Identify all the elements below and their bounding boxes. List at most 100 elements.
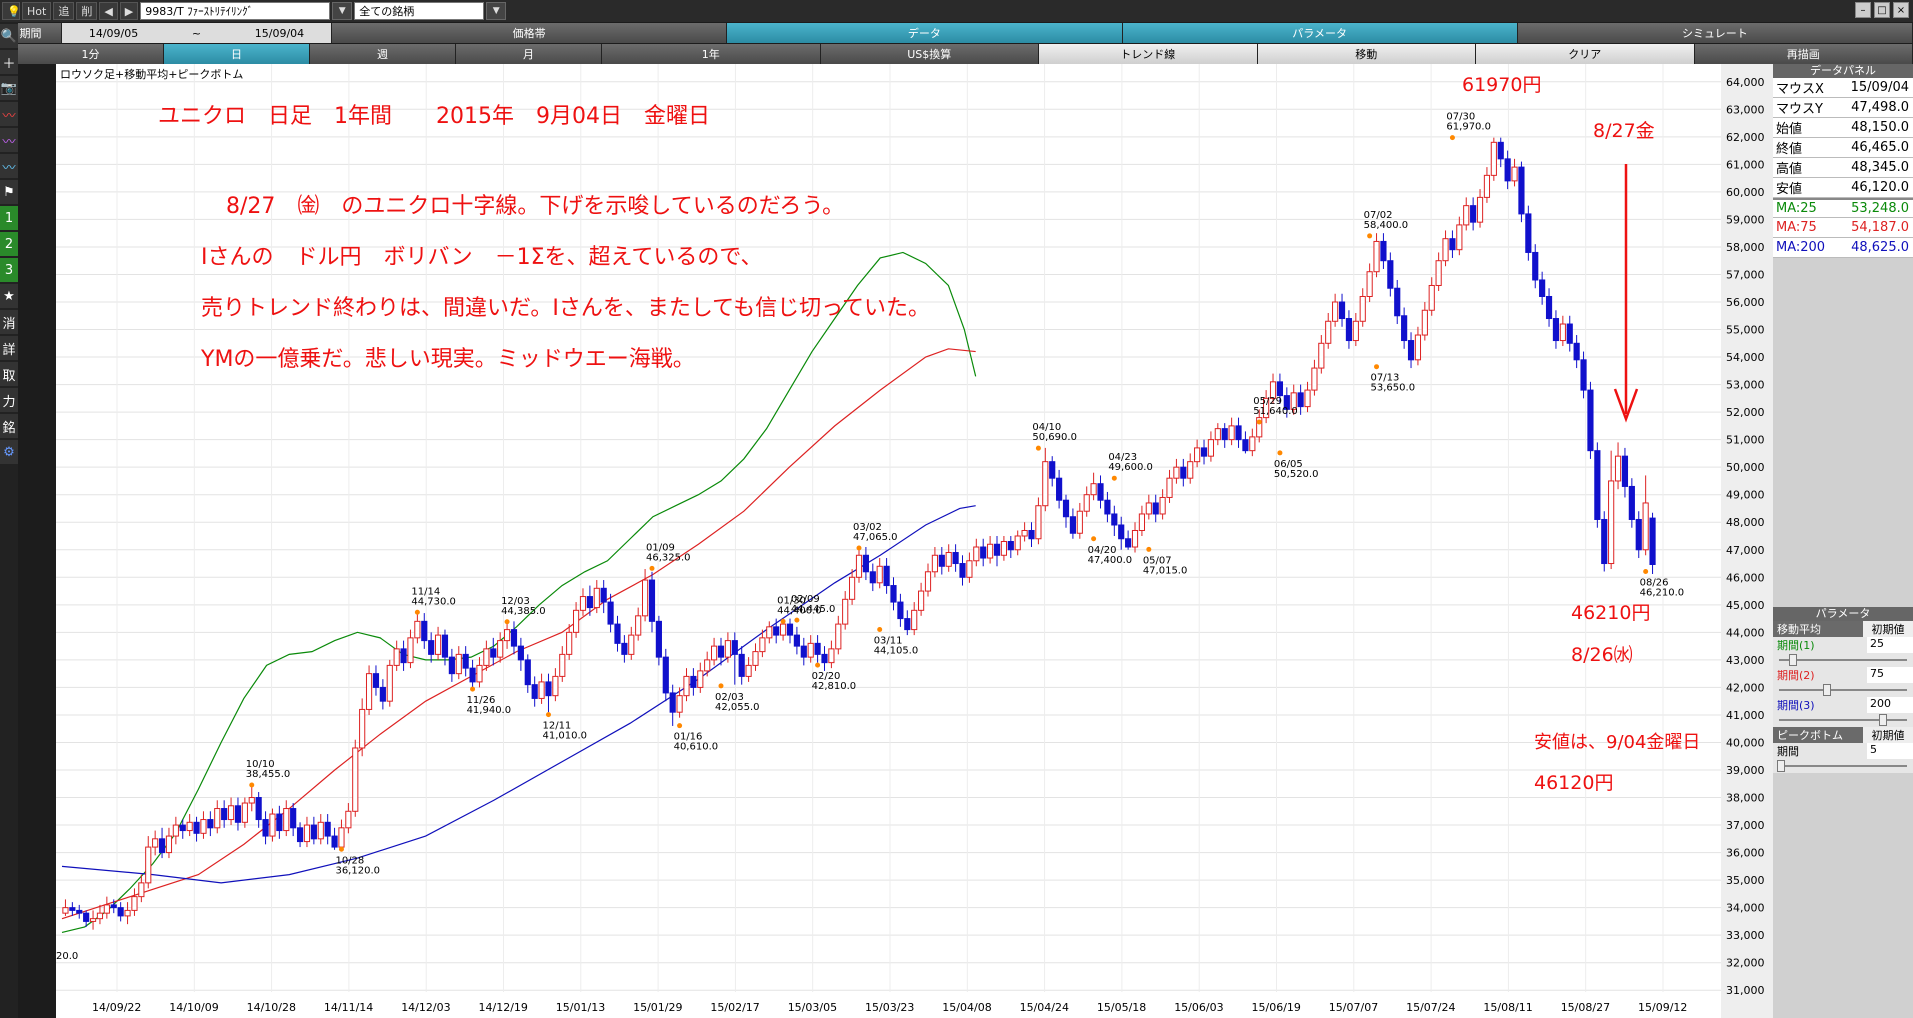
svg-text:38,455.0: 38,455.0 — [246, 769, 291, 780]
tab-simulate[interactable]: シミュレート — [1517, 23, 1913, 43]
date-range-control[interactable]: 14/09/05 ~ 15/09/04 — [62, 23, 332, 43]
hot-button[interactable]: Hot — [22, 2, 52, 20]
y-tick-label: 40,000 — [1726, 736, 1765, 749]
tab-weekly[interactable]: 週 — [310, 44, 456, 64]
line-blue-icon[interactable]: 〰 — [0, 154, 18, 178]
y-tick-label: 60,000 — [1726, 186, 1765, 199]
power-button[interactable]: 力 — [0, 388, 18, 412]
data-panel-rows: マウスX 15/09/04 マウスY 47,498.0 始値 48,150.0 終値 46,4… — [1773, 78, 1913, 258]
candle — [1490, 137, 1497, 181]
ma-period-input[interactable]: 75 — [1867, 667, 1913, 683]
symbol-dropdown-icon[interactable]: ▼ — [332, 2, 353, 20]
tab-daily[interactable]: 日 — [164, 44, 310, 64]
gear-icon[interactable]: ⚙ — [0, 440, 18, 464]
preset-2-button[interactable]: 2 — [0, 232, 18, 256]
data-row-value: 54,187.0 — [1851, 220, 1909, 235]
candle — [352, 739, 359, 817]
preset-1-button[interactable]: 1 — [0, 206, 18, 230]
flag-icon[interactable]: ⚑ — [0, 180, 18, 204]
svg-text:44,385.0: 44,385.0 — [501, 606, 546, 617]
chart-type-label: ロウソク足+移動平均+ピークボトム — [60, 67, 243, 81]
parameter-panel: パラメータ 移動平均 初期値 期間(1) 25 期間(2) 75 期間(3) 200 ピー… — [1773, 607, 1913, 773]
symbol-field[interactable]: 9983/T ﾌｧｰｽﾄﾘﾃｲﾘﾝｸﾞ — [140, 2, 331, 20]
redraw-button[interactable]: 再描画 — [1694, 44, 1913, 64]
data-row-key: 安値 — [1776, 182, 1803, 197]
candlestick-chart[interactable]: 10/1038,455.010/2836,120.011/1444,730.01… — [56, 64, 1773, 1018]
data-row: 始値 48,150.0 — [1773, 118, 1913, 138]
svg-text:44,445.0: 44,445.0 — [791, 604, 836, 615]
data-row-value: 47,498.0 — [1851, 100, 1909, 115]
top-toolbar: 💡 Hot 追 削 ◀ ▶ 9983/T ﾌｧｰｽﾄﾘﾃｲﾘﾝｸﾞ ▼ 全ての銘… — [0, 0, 1913, 22]
x-tick-label: 15/06/19 — [1252, 1001, 1301, 1014]
preset-3-button[interactable]: 3 — [0, 258, 18, 282]
delete-button[interactable]: 削 — [76, 2, 98, 20]
date-from-field[interactable]: 14/09/05 — [89, 27, 138, 40]
universe-dropdown-icon[interactable]: ▼ — [486, 2, 507, 20]
line-red-icon[interactable]: 〰 — [0, 102, 18, 126]
date-to-field[interactable]: 15/09/04 — [255, 27, 304, 40]
y-tick-label: 47,000 — [1726, 544, 1765, 557]
universe-field[interactable]: 全ての銘柄 — [354, 2, 485, 20]
tab-data[interactable]: データ — [727, 23, 1123, 43]
svg-text:47,400.0: 47,400.0 — [1088, 555, 1133, 566]
ma-period-slider[interactable] — [1773, 653, 1913, 667]
data-row-value: 48,150.0 — [1851, 120, 1909, 135]
y-tick-label: 64,000 — [1726, 76, 1765, 89]
prev-arrow-icon[interactable]: ◀ — [99, 2, 118, 20]
ma-period-input[interactable]: 25 — [1867, 637, 1913, 653]
annotation-line-3: 売りトレンド終わりは、間違いだ。Iさんを、またしても信じ切っていた。 — [201, 296, 930, 321]
annotation-bottom-price: 46210円 — [1571, 602, 1650, 624]
peak-bottom-slider[interactable] — [1773, 759, 1913, 773]
detail-button[interactable]: 詳 — [0, 336, 18, 360]
svg-text:44,105.0: 44,105.0 — [874, 645, 919, 656]
svg-text:40,610.0: 40,610.0 — [674, 742, 719, 753]
y-tick-label: 63,000 — [1726, 103, 1765, 116]
fetch-button[interactable]: 取 — [0, 362, 18, 386]
chart-area[interactable]: 10/10 38,455.0 10/28 36,120.0 11/14 44,730.0 1… — [56, 64, 1773, 1018]
peak-bottom-reset-button[interactable]: 初期値 — [1863, 727, 1913, 743]
ma-reset-button[interactable]: 初期値 — [1863, 621, 1913, 637]
clear-button[interactable]: クリア — [1476, 44, 1695, 64]
ma-period-input[interactable]: 200 — [1867, 697, 1913, 713]
erase-button[interactable]: 消 — [0, 310, 18, 334]
candle — [1518, 161, 1525, 223]
symbol-button[interactable]: 銘 — [0, 414, 18, 438]
y-tick-label: 56,000 — [1726, 296, 1765, 309]
peak-bottom-period-input[interactable]: 5 — [1867, 743, 1913, 759]
ma-period-label: 期間(1) — [1777, 639, 1815, 652]
tab-price-band[interactable]: 価格帯 — [332, 23, 728, 43]
tab-monthly[interactable]: 月 — [456, 44, 602, 64]
close-icon[interactable]: × — [1893, 2, 1909, 18]
data-row-value: 46,465.0 — [1851, 140, 1909, 155]
tab-usd[interactable]: US$換算 — [820, 44, 1039, 64]
candle — [386, 659, 393, 707]
tab-parameters[interactable]: パラメータ — [1122, 23, 1518, 43]
ma-period-slider[interactable] — [1773, 713, 1913, 727]
tab-1min[interactable]: 1分 — [18, 44, 164, 64]
svg-text:49,600.0: 49,600.0 — [1108, 462, 1153, 473]
search-icon[interactable]: 🔍 — [0, 24, 18, 48]
y-tick-label: 39,000 — [1726, 764, 1765, 777]
x-tick-label: 15/08/27 — [1561, 1001, 1610, 1014]
line-purple-icon[interactable]: 〰 — [0, 128, 18, 152]
data-row: 安値 46,120.0 — [1773, 178, 1913, 198]
data-row: 高値 48,345.0 — [1773, 158, 1913, 178]
star-icon[interactable]: ★ — [0, 284, 18, 308]
minimize-icon[interactable]: – — [1855, 2, 1871, 18]
trendline-button[interactable]: トレンド線 — [1039, 44, 1258, 64]
tab-1year[interactable]: 1年 — [602, 44, 821, 64]
x-tick-label: 15/07/07 — [1329, 1001, 1378, 1014]
crosshair-icon[interactable]: ＋ — [0, 50, 18, 74]
ma-period-slider[interactable] — [1773, 683, 1913, 697]
camera-icon[interactable]: 📷 — [0, 76, 18, 100]
maximize-icon[interactable]: □ — [1874, 2, 1890, 18]
x-tick-label: 14/12/19 — [479, 1001, 528, 1014]
light-icon[interactable]: 💡 — [2, 2, 21, 20]
next-arrow-icon[interactable]: ▶ — [119, 2, 139, 20]
x-tick-label: 15/04/08 — [942, 1001, 991, 1014]
left-edge-label: 20.0 — [56, 951, 78, 962]
move-button[interactable]: 移動 — [1257, 44, 1476, 64]
annotation-bottom-date: 8/26㈬ — [1571, 644, 1633, 666]
data-row-key: 終値 — [1776, 142, 1803, 157]
add-button[interactable]: 追 — [53, 2, 75, 20]
